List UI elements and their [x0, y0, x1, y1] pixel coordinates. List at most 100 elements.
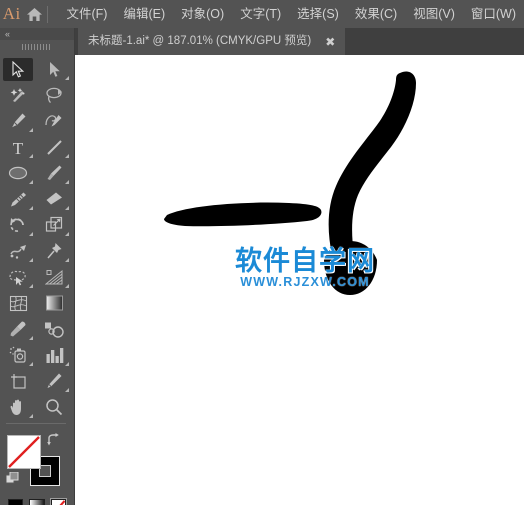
tool-hand[interactable] [0, 394, 36, 420]
gradient-mode-button[interactable] [29, 499, 45, 505]
menu-item-edit[interactable]: 编辑(E) [115, 4, 173, 25]
menu-item-file[interactable]: 文件(F) [59, 4, 116, 25]
flyout-indicator [65, 284, 69, 288]
brush-stroke-blob[interactable] [324, 241, 377, 295]
tool-column-graph[interactable] [36, 342, 72, 368]
home-button[interactable] [24, 0, 46, 28]
tool-eyedropper[interactable] [0, 316, 36, 342]
tool-selection[interactable] [0, 56, 36, 82]
tool-eraser[interactable] [36, 186, 72, 212]
menu-item-list: 文件(F) 编辑(E) 对象(O) 文字(T) 选择(S) 效果(C) 视图(V… [59, 4, 524, 25]
app-logo: Ai [2, 4, 21, 23]
document-tab[interactable]: 未标题-1.ai* @ 187.01% (CMYK/GPU 预览) ✖ [78, 28, 346, 55]
tool-width-warp[interactable] [0, 238, 36, 264]
flyout-indicator [65, 258, 69, 262]
fill-swatch[interactable] [7, 435, 41, 469]
home-icon [27, 7, 43, 21]
magnifier-icon [46, 399, 63, 416]
paintbrush-icon [47, 165, 62, 180]
horizontal-brush-stroke[interactable] [164, 202, 322, 227]
scale-icon [45, 216, 63, 232]
lasso-icon [45, 87, 62, 103]
tool-slice[interactable] [36, 368, 72, 394]
flyout-indicator [29, 128, 33, 132]
column-graph-icon [46, 347, 63, 363]
tool-gradient[interactable] [36, 290, 72, 316]
menu-divider [46, 5, 48, 23]
tool-magic-wand[interactable] [0, 82, 36, 108]
tool-line-segment[interactable] [36, 134, 72, 160]
panel-drag-handle[interactable] [0, 40, 74, 53]
menu-item-effect[interactable]: 效果(C) [347, 4, 405, 25]
flyout-indicator [29, 414, 33, 418]
selection-arrow-icon [12, 60, 25, 78]
tool-shaper-pencil[interactable] [0, 186, 36, 212]
perspective-grid-icon [44, 269, 62, 284]
flyout-indicator [65, 388, 69, 392]
flyout-indicator [65, 154, 69, 158]
none-diagonal-icon [8, 436, 40, 468]
artboard-canvas[interactable]: 软件自学网 WWW.RJZXW.COM [75, 55, 524, 505]
flyout-indicator [65, 206, 69, 210]
document-tab-label: 未标题-1.ai* @ 187.01% (CMYK/GPU 预览) [88, 34, 312, 47]
flyout-indicator [65, 76, 69, 80]
curvature-pen-icon [44, 115, 61, 127]
paint-mode-row [0, 493, 74, 505]
ellipse-icon [8, 166, 28, 180]
tool-mesh[interactable] [0, 290, 36, 316]
pen-nib-icon [11, 113, 26, 129]
flyout-indicator [29, 336, 33, 340]
illustrator-window: Ai 文件(F) 编辑(E) 对象(O) 文字(T) 选择(S) 效果(C) 视… [0, 0, 524, 505]
eyedropper-icon [10, 321, 26, 337]
tools-panel: « T [0, 28, 75, 505]
rotate-icon [10, 218, 24, 232]
gradient-icon [45, 295, 63, 311]
tool-zoom[interactable] [36, 394, 72, 420]
close-icon[interactable]: ✖ [325, 36, 335, 48]
tool-perspective-grid[interactable] [36, 264, 72, 290]
warp-icon [9, 244, 26, 259]
flyout-indicator [29, 154, 33, 158]
free-transform-pin-icon [46, 243, 61, 259]
blend-icon [45, 322, 64, 338]
tool-free-transform[interactable] [36, 238, 72, 264]
menu-item-window[interactable]: 窗口(W) [463, 4, 524, 25]
collapse-panel-button[interactable]: « [0, 28, 74, 40]
tool-direct-selection[interactable] [36, 56, 72, 82]
swap-fill-stroke-icon[interactable] [46, 433, 60, 447]
menu-item-view[interactable]: 视图(V) [405, 4, 463, 25]
tool-paintbrush[interactable] [36, 160, 72, 186]
none-slash-icon [59, 500, 65, 505]
artwork-vector-path[interactable] [75, 55, 524, 505]
tool-blend[interactable] [36, 316, 72, 342]
toolbar-divider [6, 423, 66, 424]
symbol-sprayer-icon [9, 346, 26, 363]
flyout-indicator [65, 180, 69, 184]
menu-item-select[interactable]: 选择(S) [289, 4, 347, 25]
tool-pen[interactable] [0, 108, 36, 134]
slice-knife-icon [47, 373, 62, 388]
hand-icon [10, 399, 21, 415]
tool-grid: T [0, 53, 74, 427]
menu-bar: Ai 文件(F) 编辑(E) 对象(O) 文字(T) 选择(S) 效果(C) 视… [0, 0, 524, 28]
color-mode-button[interactable] [8, 499, 24, 505]
tool-artboard[interactable] [0, 368, 36, 394]
tool-scale[interactable] [36, 212, 72, 238]
svg-text:T: T [13, 139, 24, 156]
none-mode-button[interactable] [49, 498, 68, 505]
tool-symbol-sprayer[interactable] [0, 342, 36, 368]
menu-item-type[interactable]: 文字(T) [232, 4, 289, 25]
tool-shape-builder[interactable] [0, 264, 36, 290]
pencil-icon [10, 192, 26, 206]
tool-ellipse[interactable] [0, 160, 36, 186]
tool-rotate[interactable] [0, 212, 36, 238]
mesh-grid-icon [9, 295, 27, 311]
tool-curvature[interactable] [36, 108, 72, 134]
default-fill-stroke-icon[interactable] [6, 472, 19, 485]
menu-item-object[interactable]: 对象(O) [173, 4, 232, 25]
flyout-indicator [29, 232, 33, 236]
tool-lasso[interactable] [36, 82, 72, 108]
flyout-indicator [29, 284, 33, 288]
magic-wand-icon [10, 87, 25, 102]
tool-type[interactable]: T [0, 134, 36, 160]
